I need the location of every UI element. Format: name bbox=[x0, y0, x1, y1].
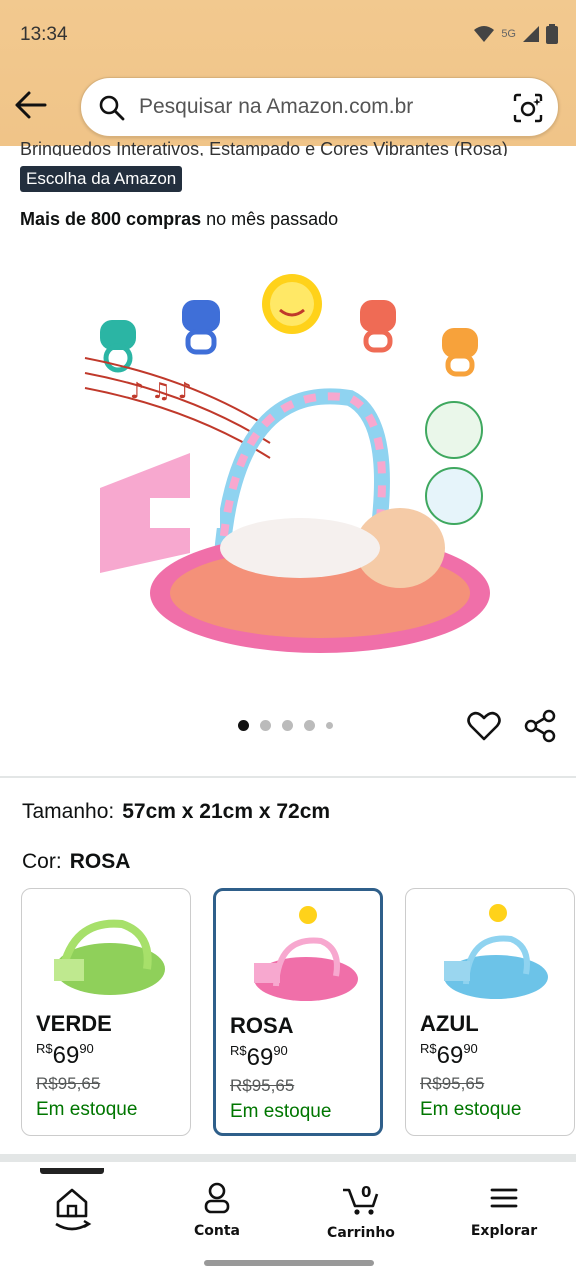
wifi-icon bbox=[474, 26, 495, 42]
share-icon[interactable] bbox=[522, 708, 558, 744]
variant-price: R$6990 bbox=[230, 1043, 288, 1071]
variant-name: VERDE bbox=[36, 1011, 112, 1036]
variant-card-rosa[interactable]: ROSA R$6990 R$95,65 Em estoque bbox=[213, 888, 383, 1136]
system-home-indicator[interactable] bbox=[204, 1260, 374, 1266]
nav-cart-label: Carrinho bbox=[327, 1225, 395, 1241]
gallery-dot[interactable] bbox=[304, 720, 315, 731]
purchases-suffix: no mês passado bbox=[201, 209, 339, 229]
size-value: 57cm x 21cm x 72cm bbox=[122, 800, 331, 823]
search-icon bbox=[99, 95, 125, 121]
variant-card-azul[interactable]: AZUL R$6990 R$95,65 Em estoque bbox=[405, 888, 575, 1136]
variant-thumbnail bbox=[254, 906, 358, 1001]
nav-cart[interactable]: 0 Carrinho bbox=[306, 1182, 416, 1241]
account-icon bbox=[204, 1182, 230, 1214]
variant-thumbnail bbox=[54, 919, 165, 995]
search-input[interactable]: Pesquisar na Amazon.com.br bbox=[80, 77, 559, 137]
variant-stock: Em estoque bbox=[230, 1101, 332, 1122]
purchases-info: Mais de 800 compras no mês passado bbox=[20, 209, 338, 230]
status-icons: 5G bbox=[473, 24, 558, 44]
variant-stock: Em estoque bbox=[36, 1099, 138, 1120]
camera-search-icon[interactable] bbox=[512, 92, 544, 124]
search-placeholder: Pesquisar na Amazon.com.br bbox=[139, 95, 414, 118]
gallery-dot[interactable] bbox=[238, 720, 249, 731]
variant-old-price: R$95,65 bbox=[36, 1074, 101, 1093]
variant-price: R$6990 bbox=[420, 1041, 478, 1069]
toy-orange-bear bbox=[442, 328, 478, 377]
nav-account-label: Conta bbox=[194, 1223, 240, 1239]
cart-count: 0 bbox=[361, 1183, 371, 1201]
variant-old-price: R$95,65 bbox=[420, 1074, 485, 1093]
nav-explore[interactable]: Explorar bbox=[449, 1182, 559, 1239]
active-tab-indicator bbox=[40, 1168, 104, 1174]
variant-old-price: R$95,65 bbox=[230, 1076, 295, 1095]
size-label: Tamanho: bbox=[22, 800, 115, 823]
color-label: Cor: bbox=[22, 850, 62, 873]
variant-stock: Em estoque bbox=[420, 1099, 522, 1120]
back-arrow-icon[interactable] bbox=[14, 90, 48, 120]
gallery-dot[interactable] bbox=[260, 720, 271, 731]
app-header: 13:34 5G Pesquisar na Amazon.com.br bbox=[0, 0, 576, 146]
gallery-dot[interactable] bbox=[282, 720, 293, 731]
variant-name: ROSA bbox=[230, 1013, 294, 1038]
purchases-count: Mais de 800 compras bbox=[20, 209, 202, 229]
home-icon bbox=[55, 1188, 92, 1231]
nav-account[interactable]: Conta bbox=[162, 1182, 272, 1239]
variant-thumbnail bbox=[444, 904, 548, 999]
product-image[interactable]: ♪ ♫ ♪ bbox=[70, 248, 510, 678]
nav-home[interactable] bbox=[17, 1182, 127, 1237]
divider bbox=[0, 776, 576, 778]
color-option: Cor: ROSA bbox=[22, 850, 130, 874]
gallery-pagination[interactable] bbox=[238, 720, 333, 731]
color-value: ROSA bbox=[69, 850, 131, 873]
product-title: Brinquedos Interativos, Estampado e Core… bbox=[20, 139, 508, 156]
gallery-dot[interactable] bbox=[326, 722, 333, 729]
signal-icon bbox=[523, 26, 539, 42]
toy-blue-bear bbox=[182, 300, 220, 355]
battery-icon bbox=[546, 24, 558, 44]
variant-card-verde[interactable]: VERDE R$6990 R$95,65 Em estoque bbox=[21, 888, 191, 1136]
amazon-choice-badge[interactable]: Escolha da Amazon bbox=[20, 166, 183, 192]
variant-price: R$6990 bbox=[36, 1041, 94, 1069]
toy-red-bear bbox=[360, 300, 396, 353]
heart-icon[interactable] bbox=[466, 708, 502, 744]
cart-icon: 0 bbox=[343, 1183, 379, 1215]
nav-explore-label: Explorar bbox=[470, 1223, 538, 1239]
svg-text:♪ ♫ ♪: ♪ ♫ ♪ bbox=[130, 379, 192, 404]
menu-icon bbox=[490, 1188, 518, 1208]
variant-name: AZUL bbox=[420, 1011, 479, 1036]
section-divider bbox=[0, 1154, 576, 1162]
status-time: 13:34 bbox=[20, 24, 68, 45]
network-label: 5G bbox=[501, 28, 516, 40]
size-option: Tamanho: 57cm x 21cm x 72cm bbox=[22, 800, 330, 824]
